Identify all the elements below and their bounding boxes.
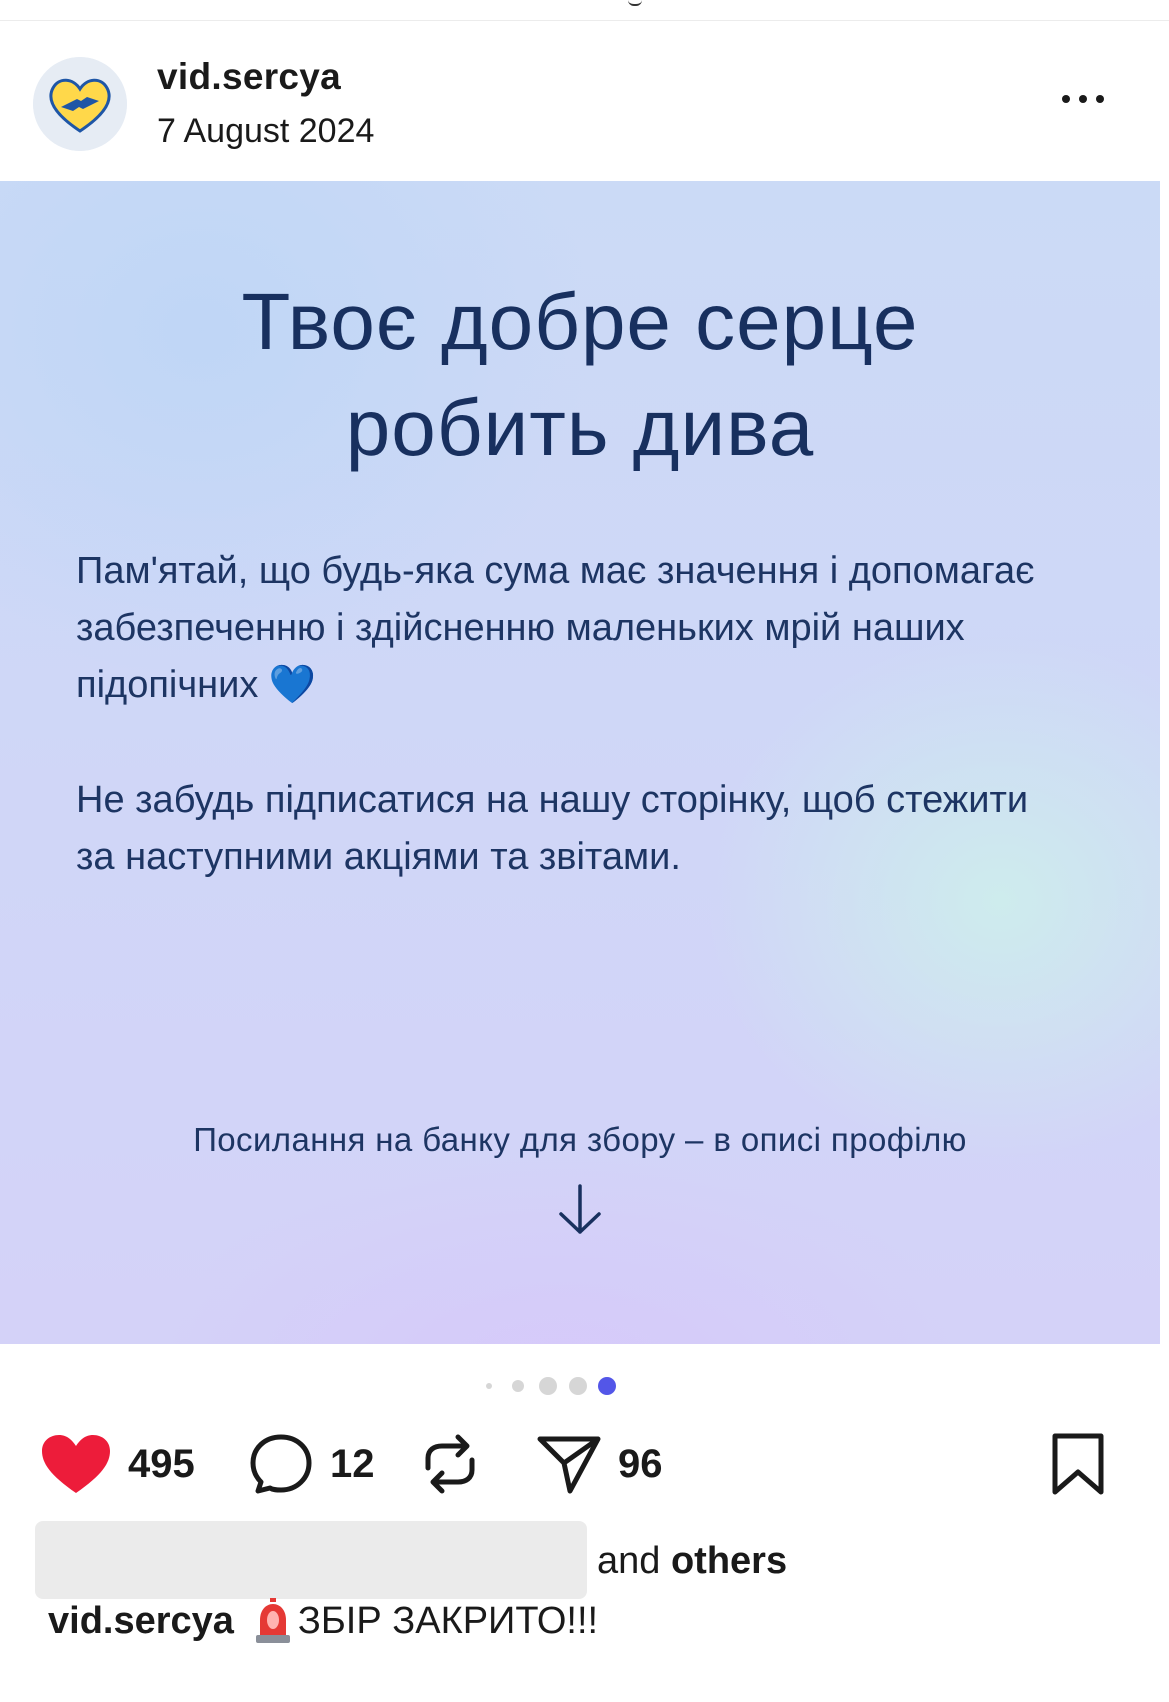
post-image[interactable]: Твоє добре серце робить дива Пам'ятай, щ… — [0, 181, 1160, 1344]
avatar[interactable] — [33, 57, 127, 151]
heart-hands-logo-icon — [33, 57, 127, 151]
post-date: 7 August 2024 — [157, 112, 375, 150]
carousel-indicator — [0, 1376, 1169, 1396]
carousel-dot — [569, 1377, 587, 1395]
caption: vid.sercya ЗБІР ЗАКРИТО!!! — [48, 1598, 598, 1644]
siren-icon — [255, 1598, 290, 1643]
likes-summary[interactable]: and others — [597, 1540, 787, 1583]
shares-count: 96 — [618, 1441, 663, 1486]
image-paragraph-2: Не забудь підписатися на нашу сторінку, … — [76, 779, 1029, 878]
bookmark-button[interactable] — [1050, 1432, 1106, 1496]
heart-icon — [42, 1435, 110, 1493]
bank-link-note: Посилання на банку для збору – в описі п… — [193, 1121, 967, 1158]
repost-icon — [425, 1434, 475, 1494]
comment-icon — [250, 1434, 312, 1494]
carousel-dot — [539, 1377, 557, 1395]
like-button[interactable]: 495 — [40, 1432, 195, 1496]
likes-others[interactable]: others — [671, 1540, 787, 1582]
carousel-dot — [486, 1383, 492, 1389]
likes-count: 495 — [128, 1441, 195, 1486]
headline-line-2: робить дива — [345, 383, 815, 472]
image-paragraph-1: Пам'ятай, що будь-яка сума має значення … — [76, 550, 1035, 706]
likes-and: and — [597, 1540, 661, 1582]
repost-button[interactable] — [420, 1432, 480, 1496]
image-headline: Твоє добре серце робить дива — [0, 269, 1160, 481]
comment-button[interactable]: 12 — [248, 1432, 375, 1496]
top-divider — [0, 20, 1169, 21]
down-arrow-icon — [559, 1184, 601, 1234]
carousel-dot — [512, 1380, 524, 1392]
headline-line-1: Твоє добре серце — [241, 277, 919, 366]
caption-username[interactable]: vid.sercya — [48, 1600, 234, 1643]
send-button[interactable]: 96 — [536, 1432, 663, 1496]
collapse-chevron-icon[interactable] — [628, 0, 642, 6]
send-icon — [537, 1436, 601, 1494]
caption-text: ЗБІР ЗАКРИТО!!! — [297, 1599, 599, 1642]
more-icon[interactable] — [1062, 86, 1122, 112]
likers-redacted — [35, 1521, 587, 1599]
comments-count: 12 — [330, 1441, 375, 1486]
bookmark-icon — [1052, 1433, 1104, 1495]
carousel-dot-active — [598, 1377, 616, 1395]
post-username[interactable]: vid.sercya — [157, 56, 341, 98]
